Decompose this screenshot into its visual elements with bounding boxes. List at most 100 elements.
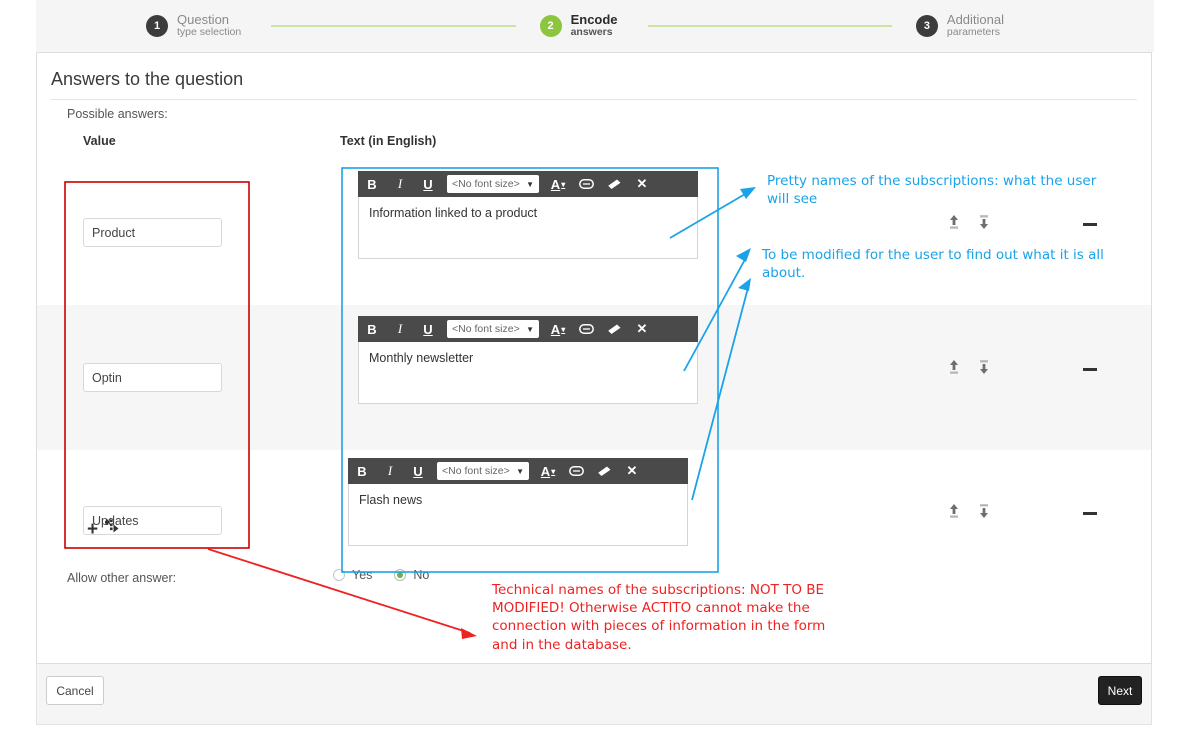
allow-other-answer-radiogroup: Yes No — [333, 568, 451, 582]
font-size-select-2[interactable]: <No font size> ▼ — [447, 320, 539, 338]
value-input-1[interactable] — [83, 218, 222, 247]
chevron-down-icon: ▼ — [526, 324, 534, 334]
table-row: B I U <No font size> ▼ A▾ — [37, 450, 1151, 591]
next-button[interactable]: Next — [1098, 676, 1142, 705]
italic-button-1[interactable]: I — [386, 171, 414, 197]
answers-panel: Answers to the question Possible answers… — [36, 52, 1152, 664]
eraser-icon[interactable] — [600, 171, 628, 197]
chevron-down-icon: ▼ — [526, 179, 534, 189]
step-2-title: Encode — [570, 12, 618, 28]
row-actions-1 — [947, 214, 1097, 234]
chevron-down-icon: ▾ — [561, 179, 566, 189]
link-icon[interactable] — [562, 458, 590, 484]
add-multiple-icon — [104, 518, 121, 540]
editor-body-3[interactable]: Flash news — [348, 484, 688, 546]
wizard-footer: Cancel Next — [36, 664, 1152, 725]
bold-button-2[interactable]: B — [358, 316, 386, 342]
step-connector-1 — [271, 25, 516, 27]
remove-format-button-2[interactable]: ✕ — [628, 316, 656, 342]
font-color-button-2[interactable]: A ▾ — [544, 316, 572, 342]
allow-other-answer-label: Allow other answer: — [67, 571, 177, 585]
possible-answers-label: Possible answers: — [67, 107, 168, 121]
editor-toolbar-3: B I U <No font size> ▼ A ▾ ✕ — [348, 458, 688, 484]
remove-format-button-1[interactable]: ✕ — [628, 171, 656, 197]
remove-row-button-2[interactable] — [1083, 367, 1097, 371]
move-to-top-icon[interactable] — [947, 503, 967, 523]
underline-button-1[interactable]: U — [414, 171, 442, 197]
cancel-button[interactable]: Cancel — [46, 676, 104, 705]
underline-button-2[interactable]: U — [414, 316, 442, 342]
step-3-text: Additional parameters — [947, 13, 1004, 38]
plus-icon: + — [87, 518, 99, 540]
row-actions-3 — [947, 503, 1097, 523]
bold-button-1[interactable]: B — [358, 171, 386, 197]
editor-body-2[interactable]: Monthly newsletter — [358, 342, 698, 404]
step-2-number: 2 — [539, 14, 562, 37]
font-size-select-3[interactable]: <No font size> ▼ — [437, 462, 529, 480]
move-to-top-glyph — [950, 360, 958, 374]
editor-body-1[interactable]: Information linked to a product — [358, 197, 698, 259]
chevron-down-icon: ▼ — [516, 466, 524, 476]
step-2-subtitle: answers — [570, 26, 613, 39]
step-connector-2 — [647, 25, 892, 27]
annotation-technical-names: Technical names of the subscriptions: NO… — [492, 582, 826, 653]
italic-button-2[interactable]: I — [386, 316, 414, 342]
font-size-value-3: <No font size> — [442, 465, 510, 477]
radio-no[interactable] — [394, 569, 407, 581]
table-row: B I U <No font size> ▼ A▾ — [37, 305, 1151, 450]
eraser-icon[interactable] — [590, 458, 618, 484]
wizard-step-3[interactable]: 3 Additional parameters — [915, 13, 1004, 38]
remove-row-icon — [1083, 367, 1097, 371]
font-color-button-3[interactable]: A ▾ — [534, 458, 562, 484]
font-color-label-3: A — [540, 463, 551, 479]
radio-no-label[interactable]: No — [413, 568, 429, 582]
page-title: Answers to the question — [51, 69, 244, 89]
wizard-step-2[interactable]: 2 Encode answers — [539, 13, 618, 38]
link-icon-glyph — [568, 466, 584, 476]
link-icon[interactable] — [572, 171, 600, 197]
move-to-top-icon[interactable] — [947, 359, 967, 379]
move-to-bottom-icon[interactable] — [977, 503, 997, 523]
radio-yes-label[interactable]: Yes — [352, 568, 372, 582]
rich-text-editor-1: B I U <No font size> ▼ A ▾ ✕ Information… — [358, 171, 698, 259]
annotation-pretty-names: Pretty names of the subscriptions: what … — [767, 173, 1097, 208]
rich-text-editor-3: B I U <No font size> ▼ A ▾ ✕ Flash news — [348, 458, 688, 546]
move-to-top-icon[interactable] — [947, 214, 967, 234]
remove-format-button-3[interactable]: ✕ — [618, 458, 646, 484]
eraser-icon-glyph — [607, 324, 620, 334]
link-icon-glyph — [578, 179, 594, 189]
annotation-to-be-modified: To be modified for the user to find out … — [762, 247, 1104, 282]
link-icon[interactable] — [572, 316, 600, 342]
value-input-2[interactable] — [83, 363, 222, 392]
rich-text-editor-2: B I U <No font size> ▼ A ▾ ✕ Monthly new… — [358, 316, 698, 404]
font-size-select-1[interactable]: <No font size> ▼ — [447, 175, 539, 193]
font-color-label-2: A — [550, 321, 561, 337]
move-to-bottom-glyph — [980, 215, 988, 229]
add-answer-button[interactable]: + — [87, 518, 121, 540]
move-to-bottom-icon[interactable] — [977, 214, 997, 234]
step-3-subtitle: parameters — [946, 26, 1001, 39]
title-divider — [51, 99, 1137, 100]
step-1-subtitle: type selection — [177, 26, 242, 39]
column-header-text: Text (in English) — [340, 134, 437, 148]
move-to-bottom-glyph — [980, 504, 988, 518]
step-2-text: Encode answers — [571, 13, 618, 38]
font-size-value-1: <No font size> — [452, 178, 520, 190]
wizard-step-1[interactable]: 1 Question type selection — [146, 13, 241, 38]
step-1-title: Question — [177, 12, 230, 28]
chevron-down-icon: ▾ — [551, 466, 556, 476]
eraser-icon-glyph — [597, 466, 610, 476]
move-to-bottom-icon[interactable] — [977, 359, 997, 379]
remove-row-button-3[interactable] — [1083, 511, 1097, 515]
remove-row-button-1[interactable] — [1083, 222, 1097, 226]
link-icon-glyph — [578, 324, 594, 334]
add-multiple-glyph — [105, 519, 119, 533]
chevron-down-icon: ▾ — [561, 324, 566, 334]
underline-button-3[interactable]: U — [404, 458, 432, 484]
italic-button-3[interactable]: I — [376, 458, 404, 484]
eraser-icon[interactable] — [600, 316, 628, 342]
remove-row-icon — [1083, 222, 1097, 226]
radio-yes[interactable] — [333, 569, 345, 581]
font-color-button-1[interactable]: A ▾ — [544, 171, 572, 197]
bold-button-3[interactable]: B — [348, 458, 376, 484]
